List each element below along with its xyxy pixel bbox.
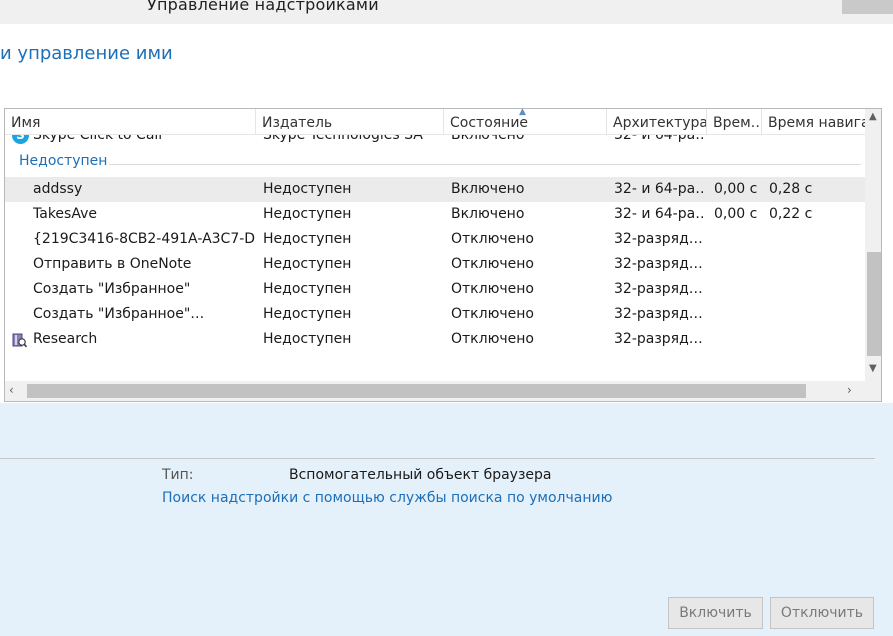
table-row[interactable]: Research Недоступен Отключено 32-разряд… (5, 327, 865, 352)
scroll-up-icon[interactable]: ▲ (869, 111, 877, 122)
cell-architecture: 32-разряд… (614, 256, 703, 272)
addons-list[interactable]: Имя Издатель Состояние ▲ Архитектура Вре… (4, 108, 882, 402)
group-divider (109, 164, 861, 165)
sort-ascending-icon: ▲ (519, 108, 526, 117)
cell-architecture: 32- и 64-ра… (614, 135, 706, 143)
cell-name: Отправить в OneNote (33, 256, 192, 272)
column-header-nav-time[interactable]: Время навига (762, 109, 865, 135)
column-header-architecture[interactable]: Архитектура (607, 109, 707, 135)
cell-state: Отключено (451, 306, 534, 322)
cell-name: addssy (33, 181, 83, 197)
table-row[interactable]: Отправить в OneNote Недоступен Отключено… (5, 252, 865, 277)
cell-architecture: 32-разряд… (614, 331, 703, 347)
scrollbar-corner (865, 381, 881, 401)
type-value: Вспомогательный объект браузера (289, 467, 552, 483)
cell-publisher: Skype Technologies SA (263, 135, 423, 143)
cell-name: Создать "Избранное" (33, 281, 191, 297)
details-divider (0, 458, 875, 459)
cell-publisher: Недоступен (263, 331, 352, 347)
table-row[interactable]: S Skype Click to Call Skype Technologies… (5, 135, 865, 148)
cell-nav-time: 0,28 с (769, 181, 813, 197)
table-row[interactable]: Создать "Избранное" Недоступен Отключено… (5, 277, 865, 302)
scroll-left-icon[interactable]: ‹ (9, 383, 14, 397)
cell-state: Включено (451, 206, 525, 222)
disable-button[interactable]: Отключить (770, 597, 874, 629)
window-title: Управление надстройками (147, 0, 379, 14)
rows-container: S Skype Click to Call Skype Technologies… (5, 135, 865, 381)
cell-state: Отключено (451, 231, 534, 247)
cell-load-time: 0,00 с (714, 181, 758, 197)
scroll-right-icon[interactable]: › (847, 383, 852, 397)
close-button[interactable] (842, 0, 893, 14)
cell-state: Отключено (451, 281, 534, 297)
title-bar: Управление надстройками (0, 0, 893, 24)
cell-name: Research (33, 331, 98, 347)
table-row[interactable]: Создать "Избранное"… Недоступен Отключен… (5, 302, 865, 327)
cell-name: TakesAve (33, 206, 97, 222)
cell-publisher: Недоступен (263, 206, 352, 222)
column-header-load-time[interactable]: Врем… (707, 109, 762, 135)
enable-button[interactable]: Включить (668, 597, 763, 629)
group-label-unavailable: Недоступен (19, 153, 108, 169)
skype-icon: S (12, 135, 29, 144)
cell-name: {219C3416-8CB2-491A-A3C7-D… (33, 231, 255, 247)
cell-architecture: 32-разряд… (614, 281, 703, 297)
cell-state: Включено (451, 181, 525, 197)
list-header: Имя Издатель Состояние ▲ Архитектура Вре… (5, 109, 865, 135)
cell-architecture: 32-разряд… (614, 306, 703, 322)
vertical-scroll-thumb[interactable] (867, 252, 881, 356)
search-addon-link[interactable]: Поиск надстройки с помощью службы поиска… (162, 490, 612, 506)
cell-publisher: Недоступен (263, 231, 352, 247)
table-row[interactable]: TakesAve Недоступен Включено 32- и 64-ра… (5, 202, 865, 227)
cell-load-time: 0,00 с (714, 206, 758, 222)
cell-nav-time: 0,22 с (769, 206, 813, 222)
scroll-down-icon[interactable]: ▼ (869, 363, 877, 374)
horizontal-scroll-thumb[interactable] (27, 384, 806, 398)
column-header-publisher[interactable]: Издатель (256, 109, 444, 135)
details-panel: Тип: Вспомогательный объект браузера Пои… (0, 403, 893, 636)
cell-publisher: Недоступен (263, 281, 352, 297)
cell-architecture: 32- и 64-ра… (614, 206, 706, 222)
column-header-name[interactable]: Имя (5, 109, 256, 135)
cell-architecture: 32-разряд… (614, 231, 703, 247)
type-label: Тип: (162, 467, 194, 483)
table-row[interactable]: {219C3416-8CB2-491A-A3C7-D… Недоступен О… (5, 227, 865, 252)
horizontal-scrollbar[interactable]: ‹ › (5, 381, 865, 401)
cell-name: Skype Click to Call (33, 135, 163, 143)
table-row[interactable]: addssy Недоступен Включено 32- и 64-ра… … (5, 177, 865, 202)
cell-state: Включено (451, 135, 525, 143)
vertical-scrollbar[interactable]: ▲ ▼ (865, 109, 881, 381)
cell-state: Отключено (451, 331, 534, 347)
research-book-icon (12, 333, 27, 348)
cell-architecture: 32- и 64-ра… (614, 181, 706, 197)
cell-publisher: Недоступен (263, 256, 352, 272)
cell-name: Создать "Избранное"… (33, 306, 205, 322)
cell-publisher: Недоступен (263, 306, 352, 322)
cell-state: Отключено (451, 256, 534, 272)
cell-publisher: Недоступен (263, 181, 352, 197)
page-heading: и управление ими (0, 43, 173, 64)
